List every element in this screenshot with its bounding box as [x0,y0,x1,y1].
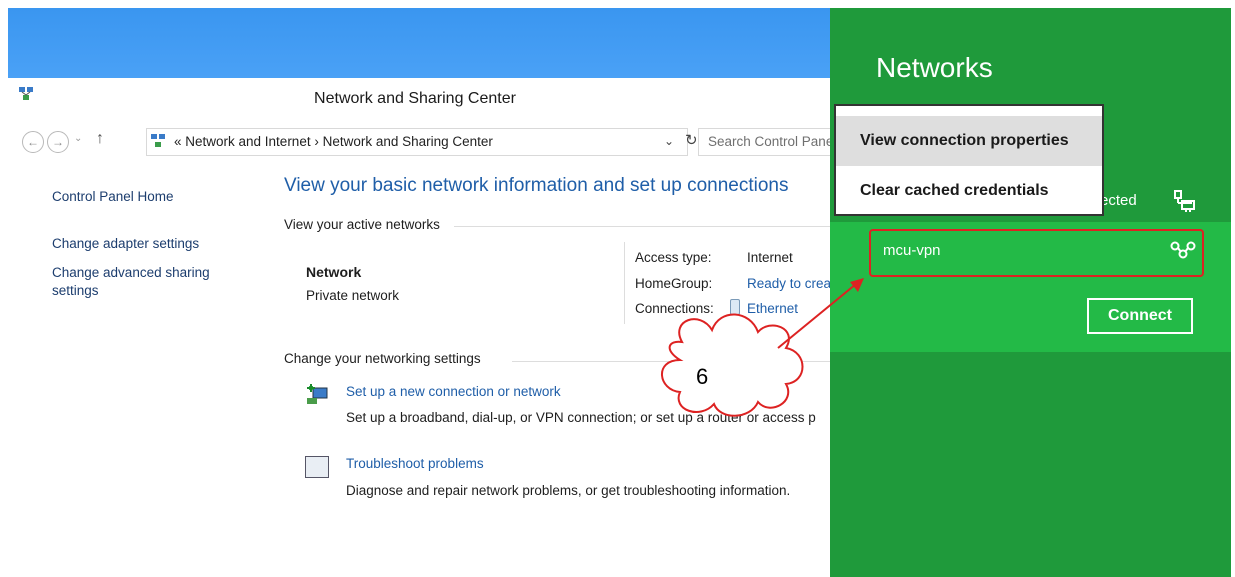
sidebar-item-adapter-settings[interactable]: Change adapter settings [52,236,199,251]
context-menu: View connection properties Clear cached … [834,104,1104,216]
vpn-name: mcu-vpn [883,242,941,259]
menu-item-view-connection-properties[interactable]: View connection properties [836,116,1102,166]
troubleshoot-description: Diagnose and repair network problems, or… [346,483,791,498]
window-title: Network and Sharing Center [314,90,516,107]
troubleshoot-icon [305,456,329,478]
network-type: Private network [306,288,400,303]
chevron-down-icon[interactable]: ⌄ [664,134,674,148]
forward-button[interactable]: → [47,131,69,153]
new-connection-icon [307,384,328,404]
sidebar-item-control-panel-home[interactable]: Control Panel Home [52,189,174,204]
refresh-icon[interactable]: ↻ [685,131,698,149]
wired-network-icon [1174,190,1195,212]
network-name: Network [306,264,362,280]
connection-status: ected [1100,192,1137,209]
search-placeholder: Search Control Pane [708,134,834,149]
access-type-value: Internet [747,250,793,265]
vpn-icon [1170,241,1196,259]
connect-button[interactable]: Connect [1087,298,1193,334]
divider [454,226,834,227]
access-type-label: Access type: [635,250,712,265]
up-button[interactable]: ↑ [96,130,104,148]
back-button[interactable]: ← [22,131,44,153]
active-networks-label: View your active networks [284,217,440,232]
charm-title: Networks [876,52,993,83]
recent-pages-dropdown[interactable]: ⌄ [74,133,82,144]
desktop-background [8,8,838,78]
troubleshoot-link[interactable]: Troubleshoot problems [346,456,484,471]
sidebar-item-advanced-sharing[interactable]: Change advanced sharing settings [52,264,232,300]
breadcrumb[interactable]: « Network and Internet › Network and Sha… [174,134,493,149]
menu-item-clear-cached-credentials[interactable]: Clear cached credentials [836,166,1102,216]
change-settings-label: Change your networking settings [284,351,481,366]
network-icon [151,134,165,147]
page-title: View your basic network information and … [284,175,789,196]
setup-connection-link[interactable]: Set up a new connection or network [346,384,561,399]
annotation-number: 6 [696,364,709,389]
annotation-callout [661,278,864,417]
